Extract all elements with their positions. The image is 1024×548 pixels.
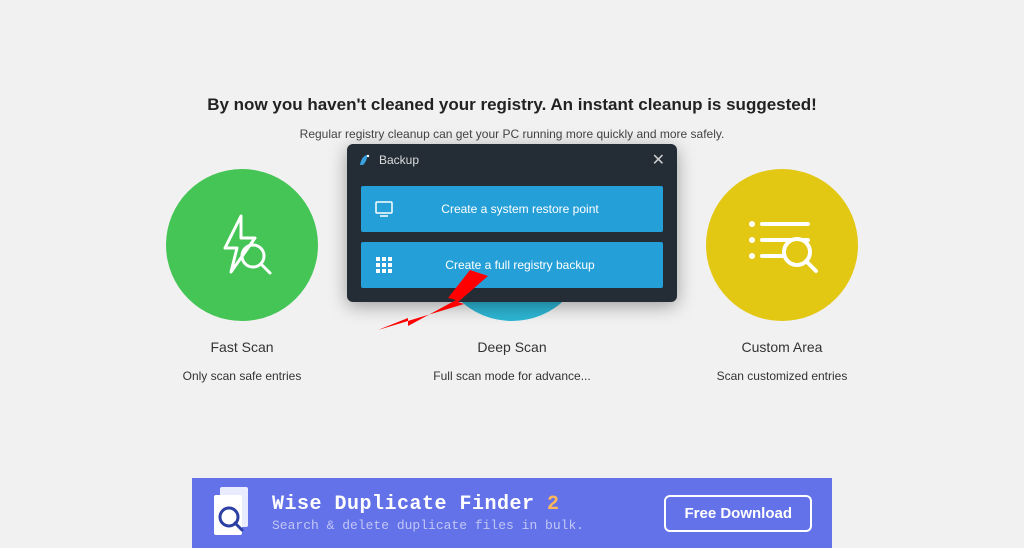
duplicate-files-icon (212, 487, 254, 539)
list-search-icon (742, 212, 822, 278)
fast-scan-option[interactable]: Fast Scan Only scan safe entries (142, 169, 342, 383)
backup-dialog: Backup ✕ Create a system restore point (347, 144, 677, 302)
promo-text: Wise Duplicate Finder 2 Search & delete … (272, 493, 584, 533)
grid-icon (361, 257, 407, 273)
custom-area-desc: Scan customized entries (717, 369, 848, 383)
custom-area-title: Custom Area (742, 339, 823, 355)
fast-scan-desc: Only scan safe entries (183, 369, 302, 383)
fast-scan-circle (166, 169, 318, 321)
custom-area-option[interactable]: Custom Area Scan customized entries (682, 169, 882, 383)
deep-scan-title: Deep Scan (477, 339, 546, 355)
monitor-icon (361, 201, 407, 217)
close-icon[interactable]: ✕ (648, 150, 669, 170)
bolt-search-icon (205, 208, 279, 282)
main-heading: By now you haven't cleaned your registry… (0, 0, 1024, 115)
promo-title-white: Wise Duplicate Finder (272, 493, 547, 516)
dialog-title: Backup (379, 153, 648, 167)
deep-scan-desc: Full scan mode for advance... (433, 369, 590, 383)
sub-heading: Regular registry cleanup can get your PC… (0, 127, 1024, 141)
create-registry-backup-button[interactable]: Create a full registry backup (361, 242, 663, 288)
promo-banner: Wise Duplicate Finder 2 Search & delete … (192, 478, 832, 548)
fast-scan-title: Fast Scan (210, 339, 273, 355)
promo-subtitle: Search & delete duplicate files in bulk. (272, 518, 584, 533)
create-restore-point-label: Create a system restore point (407, 202, 663, 216)
create-restore-point-button[interactable]: Create a system restore point (361, 186, 663, 232)
app-icon (357, 152, 373, 168)
custom-area-circle (706, 169, 858, 321)
create-registry-backup-label: Create a full registry backup (407, 258, 663, 272)
promo-title-orange: 2 (547, 493, 560, 516)
free-download-button[interactable]: Free Download (664, 495, 812, 532)
